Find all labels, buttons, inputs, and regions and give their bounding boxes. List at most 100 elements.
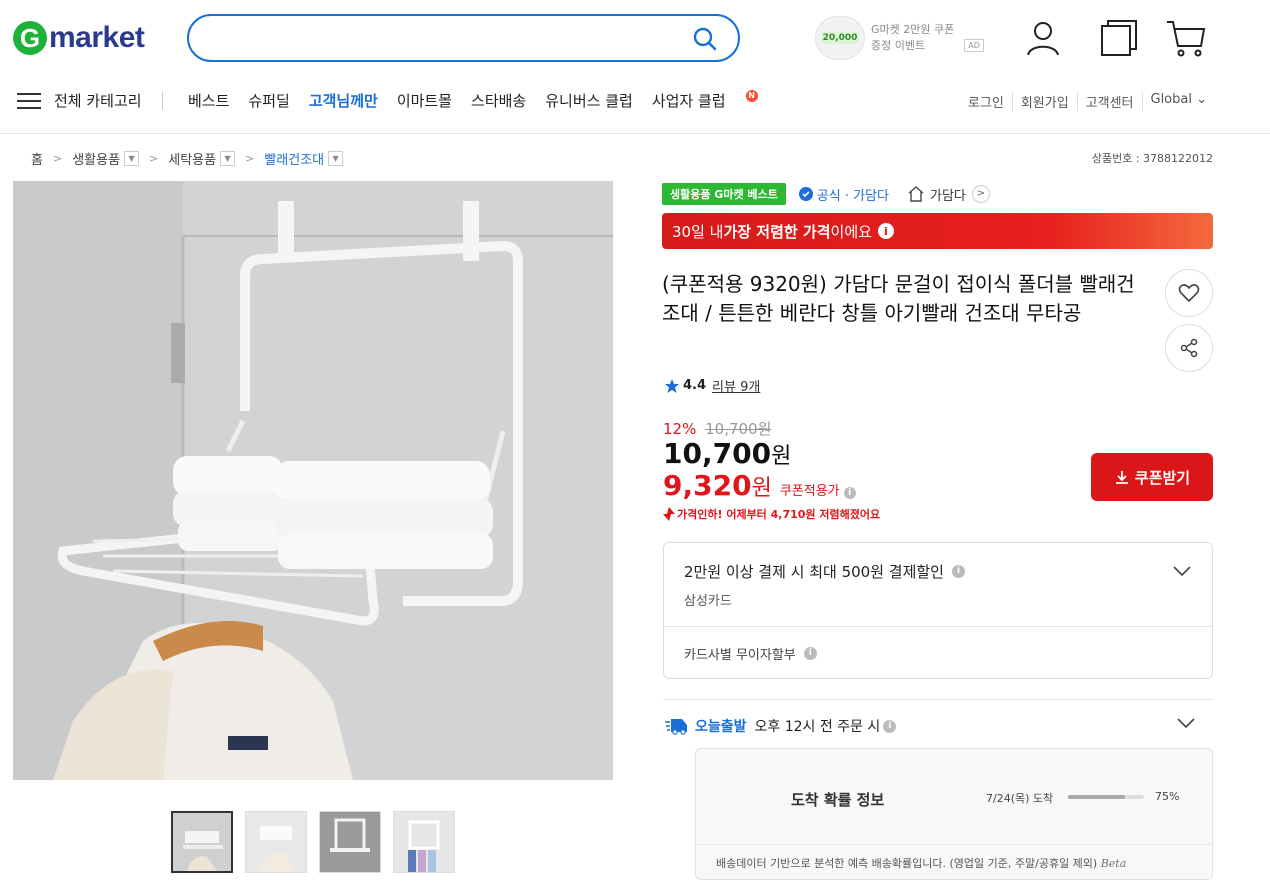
- all-categories-button[interactable]: 전체 카테고리: [54, 90, 142, 111]
- home-icon: [908, 186, 924, 202]
- arrival-date: 7/24(목) 도착: [986, 792, 1054, 805]
- card-discount-row[interactable]: 2만원 이상 결제 시 최대 500원 결제할인 i: [684, 561, 965, 582]
- chevron-down-icon[interactable]: ▼: [124, 151, 140, 166]
- breadcrumb-living[interactable]: 생활용품: [72, 149, 120, 168]
- customer-center-link[interactable]: 고객센터: [1076, 92, 1142, 111]
- user-icon[interactable]: [1023, 18, 1063, 58]
- info-icon[interactable]: i: [803, 647, 817, 660]
- rating-score: 4.4: [683, 378, 707, 393]
- recent-items-icon[interactable]: [1099, 18, 1139, 58]
- card-benefit-panel: 2만원 이상 결제 시 최대 500원 결제할인 i 삼성카드 카드사별 무이자…: [663, 542, 1213, 679]
- login-link[interactable]: 로그인: [960, 92, 1012, 111]
- download-icon: [1115, 471, 1128, 484]
- chevron-down-icon[interactable]: [1172, 565, 1192, 577]
- coupon-price-label: 쿠폰적용가: [779, 484, 840, 499]
- coupon-promo-banner[interactable]: 20,000 G마켓 2만원 쿠폰 증정 이벤트 AD: [815, 16, 984, 60]
- nav-divider: [162, 92, 163, 110]
- discount-row: 12% 10,700원: [663, 418, 771, 439]
- discount-rate: 12%: [663, 420, 697, 438]
- installment-row[interactable]: 카드사별 무이자할부 i: [684, 644, 817, 663]
- nav-link-business-club-label: 사업자 클럽: [651, 92, 726, 110]
- chevron-down-icon[interactable]: ▼: [328, 151, 344, 166]
- rating-row: 4.4 리뷰 9개: [664, 376, 760, 395]
- nav-link-for-you[interactable]: 고객님께만: [309, 90, 378, 111]
- sale-price-number: 10,700: [663, 437, 772, 470]
- price-drop-text: 가격인하! 어제부터 4,710원 저렴해졌어요: [677, 508, 881, 521]
- chevron-right-icon: >: [245, 152, 255, 165]
- original-price: 10,700원: [705, 420, 772, 438]
- thumbnail-2[interactable]: [245, 811, 307, 873]
- arrival-note-text: 배송데이터 기반으로 분석한 예측 배송확률입니다. (영업일 기준, 주말/공…: [716, 857, 1098, 870]
- nav-link-star-delivery[interactable]: 스타배송: [471, 90, 526, 111]
- wishlist-button[interactable]: [1165, 269, 1213, 317]
- price-drop-icon: [663, 507, 675, 521]
- info-icon[interactable]: i: [843, 487, 856, 499]
- info-icon[interactable]: i: [883, 719, 897, 733]
- card-divider: [664, 626, 1212, 627]
- search-icon[interactable]: [692, 26, 718, 52]
- lowest-price-banner[interactable]: 30일 내 가장 저렴한 가격 이에요 i: [662, 213, 1213, 249]
- shop-link[interactable]: 가담다 >: [907, 185, 990, 204]
- global-dropdown[interactable]: Global ⌄: [1141, 92, 1216, 111]
- lowest-suffix: 이에요: [830, 222, 872, 241]
- drying-rack-illustration: [13, 181, 613, 780]
- logo-wordmark: market: [49, 21, 145, 54]
- gmarket-logo[interactable]: G market: [13, 18, 145, 58]
- product-title: (쿠폰적용 9320원) 가담다 문걸이 접이식 폴더블 빨래건조대 / 튼튼한…: [662, 272, 1135, 325]
- signup-link[interactable]: 회원가입: [1011, 92, 1077, 111]
- breadcrumb: 홈 > 생활용품 ▼ > 세탁용품 ▼ > 빨래건조대 ▼: [31, 149, 344, 168]
- thumbnail-4[interactable]: [393, 811, 455, 873]
- ad-badge: AD: [964, 38, 984, 52]
- info-icon[interactable]: i: [951, 565, 965, 578]
- review-count-link[interactable]: 리뷰 9개: [712, 376, 760, 395]
- arrival-note: 배송데이터 기반으로 분석한 예측 배송확률입니다. (영업일 기준, 주말/공…: [716, 855, 1126, 871]
- arrival-divider: [696, 844, 1212, 845]
- nav-link-emart[interactable]: 이마트몰: [397, 90, 452, 111]
- chevron-down-icon[interactable]: [1176, 717, 1196, 729]
- official-store-badge[interactable]: 공식 · 가담다: [798, 185, 889, 204]
- thumbnail-3[interactable]: [319, 811, 381, 873]
- breadcrumb-laundry[interactable]: 세탁용품: [168, 149, 216, 168]
- thumbnail-1[interactable]: [171, 811, 233, 873]
- breadcrumb-home[interactable]: 홈: [31, 149, 43, 168]
- beta-label: Beta: [1100, 857, 1127, 870]
- share-icon: [1180, 338, 1198, 358]
- thumbnail-strip: [171, 811, 467, 873]
- arrival-progress-bar: [1068, 795, 1144, 799]
- coupon-price-unit: 원: [751, 476, 772, 501]
- official-store-label: 공식 · 가담다: [816, 188, 889, 204]
- coupon-price-number: 9,320: [663, 469, 752, 502]
- today-dispatch-label: 오늘출발: [695, 719, 747, 735]
- get-coupon-label: 쿠폰받기: [1134, 468, 1191, 487]
- star-icon: [665, 378, 679, 393]
- promo-text: G마켓 2만원 쿠폰 증정 이벤트: [871, 22, 954, 54]
- nav-link-universe-club[interactable]: 유니버스 클럽: [545, 90, 633, 111]
- arrival-percent: 75%: [1155, 790, 1180, 803]
- product-main-image[interactable]: [13, 181, 613, 780]
- product-badges: 생활용품 G마켓 베스트 공식 · 가담다 가담다 >: [662, 183, 990, 205]
- nav-link-business-club[interactable]: 사업자 클럽 N: [652, 90, 777, 111]
- arrival-progress-fill: [1068, 795, 1125, 799]
- lowest-prefix: 30일 내: [672, 222, 724, 241]
- product-number: 상품번호 : 3788122012: [1091, 152, 1213, 165]
- logo-g-mark: G: [13, 21, 47, 55]
- chevron-down-icon[interactable]: ▼: [220, 151, 236, 166]
- best-badge[interactable]: 생활용품 G마켓 베스트: [662, 183, 786, 205]
- get-coupon-button[interactable]: 쿠폰받기: [1091, 453, 1213, 501]
- nav-link-superdeal[interactable]: 슈퍼딜: [248, 90, 289, 111]
- search-input[interactable]: [187, 14, 740, 62]
- nav-link-best[interactable]: 베스트: [188, 90, 229, 111]
- verified-icon: [798, 187, 813, 201]
- header-divider: [0, 133, 1270, 134]
- promo-line2: 증정 이벤트: [871, 39, 926, 52]
- menu-icon[interactable]: [17, 92, 41, 110]
- shipping-row[interactable]: 오늘출발 오후 12시 전 주문 시 i: [665, 716, 897, 736]
- info-icon[interactable]: i: [877, 223, 894, 239]
- sale-price: 10,700원: [663, 437, 791, 470]
- promo-coupon-icon: 20,000: [815, 16, 865, 60]
- breadcrumb-drying-rack[interactable]: 빨래건조대: [264, 149, 324, 168]
- coupon-price: 9,320 원 쿠폰적용가 i: [663, 469, 856, 502]
- cart-icon[interactable]: [1166, 18, 1206, 58]
- main-nav: 전체 카테고리 베스트 슈퍼딜 고객님께만 이마트몰 스타배송 유니버스 클럽 …: [0, 84, 1270, 116]
- share-button[interactable]: [1165, 324, 1213, 372]
